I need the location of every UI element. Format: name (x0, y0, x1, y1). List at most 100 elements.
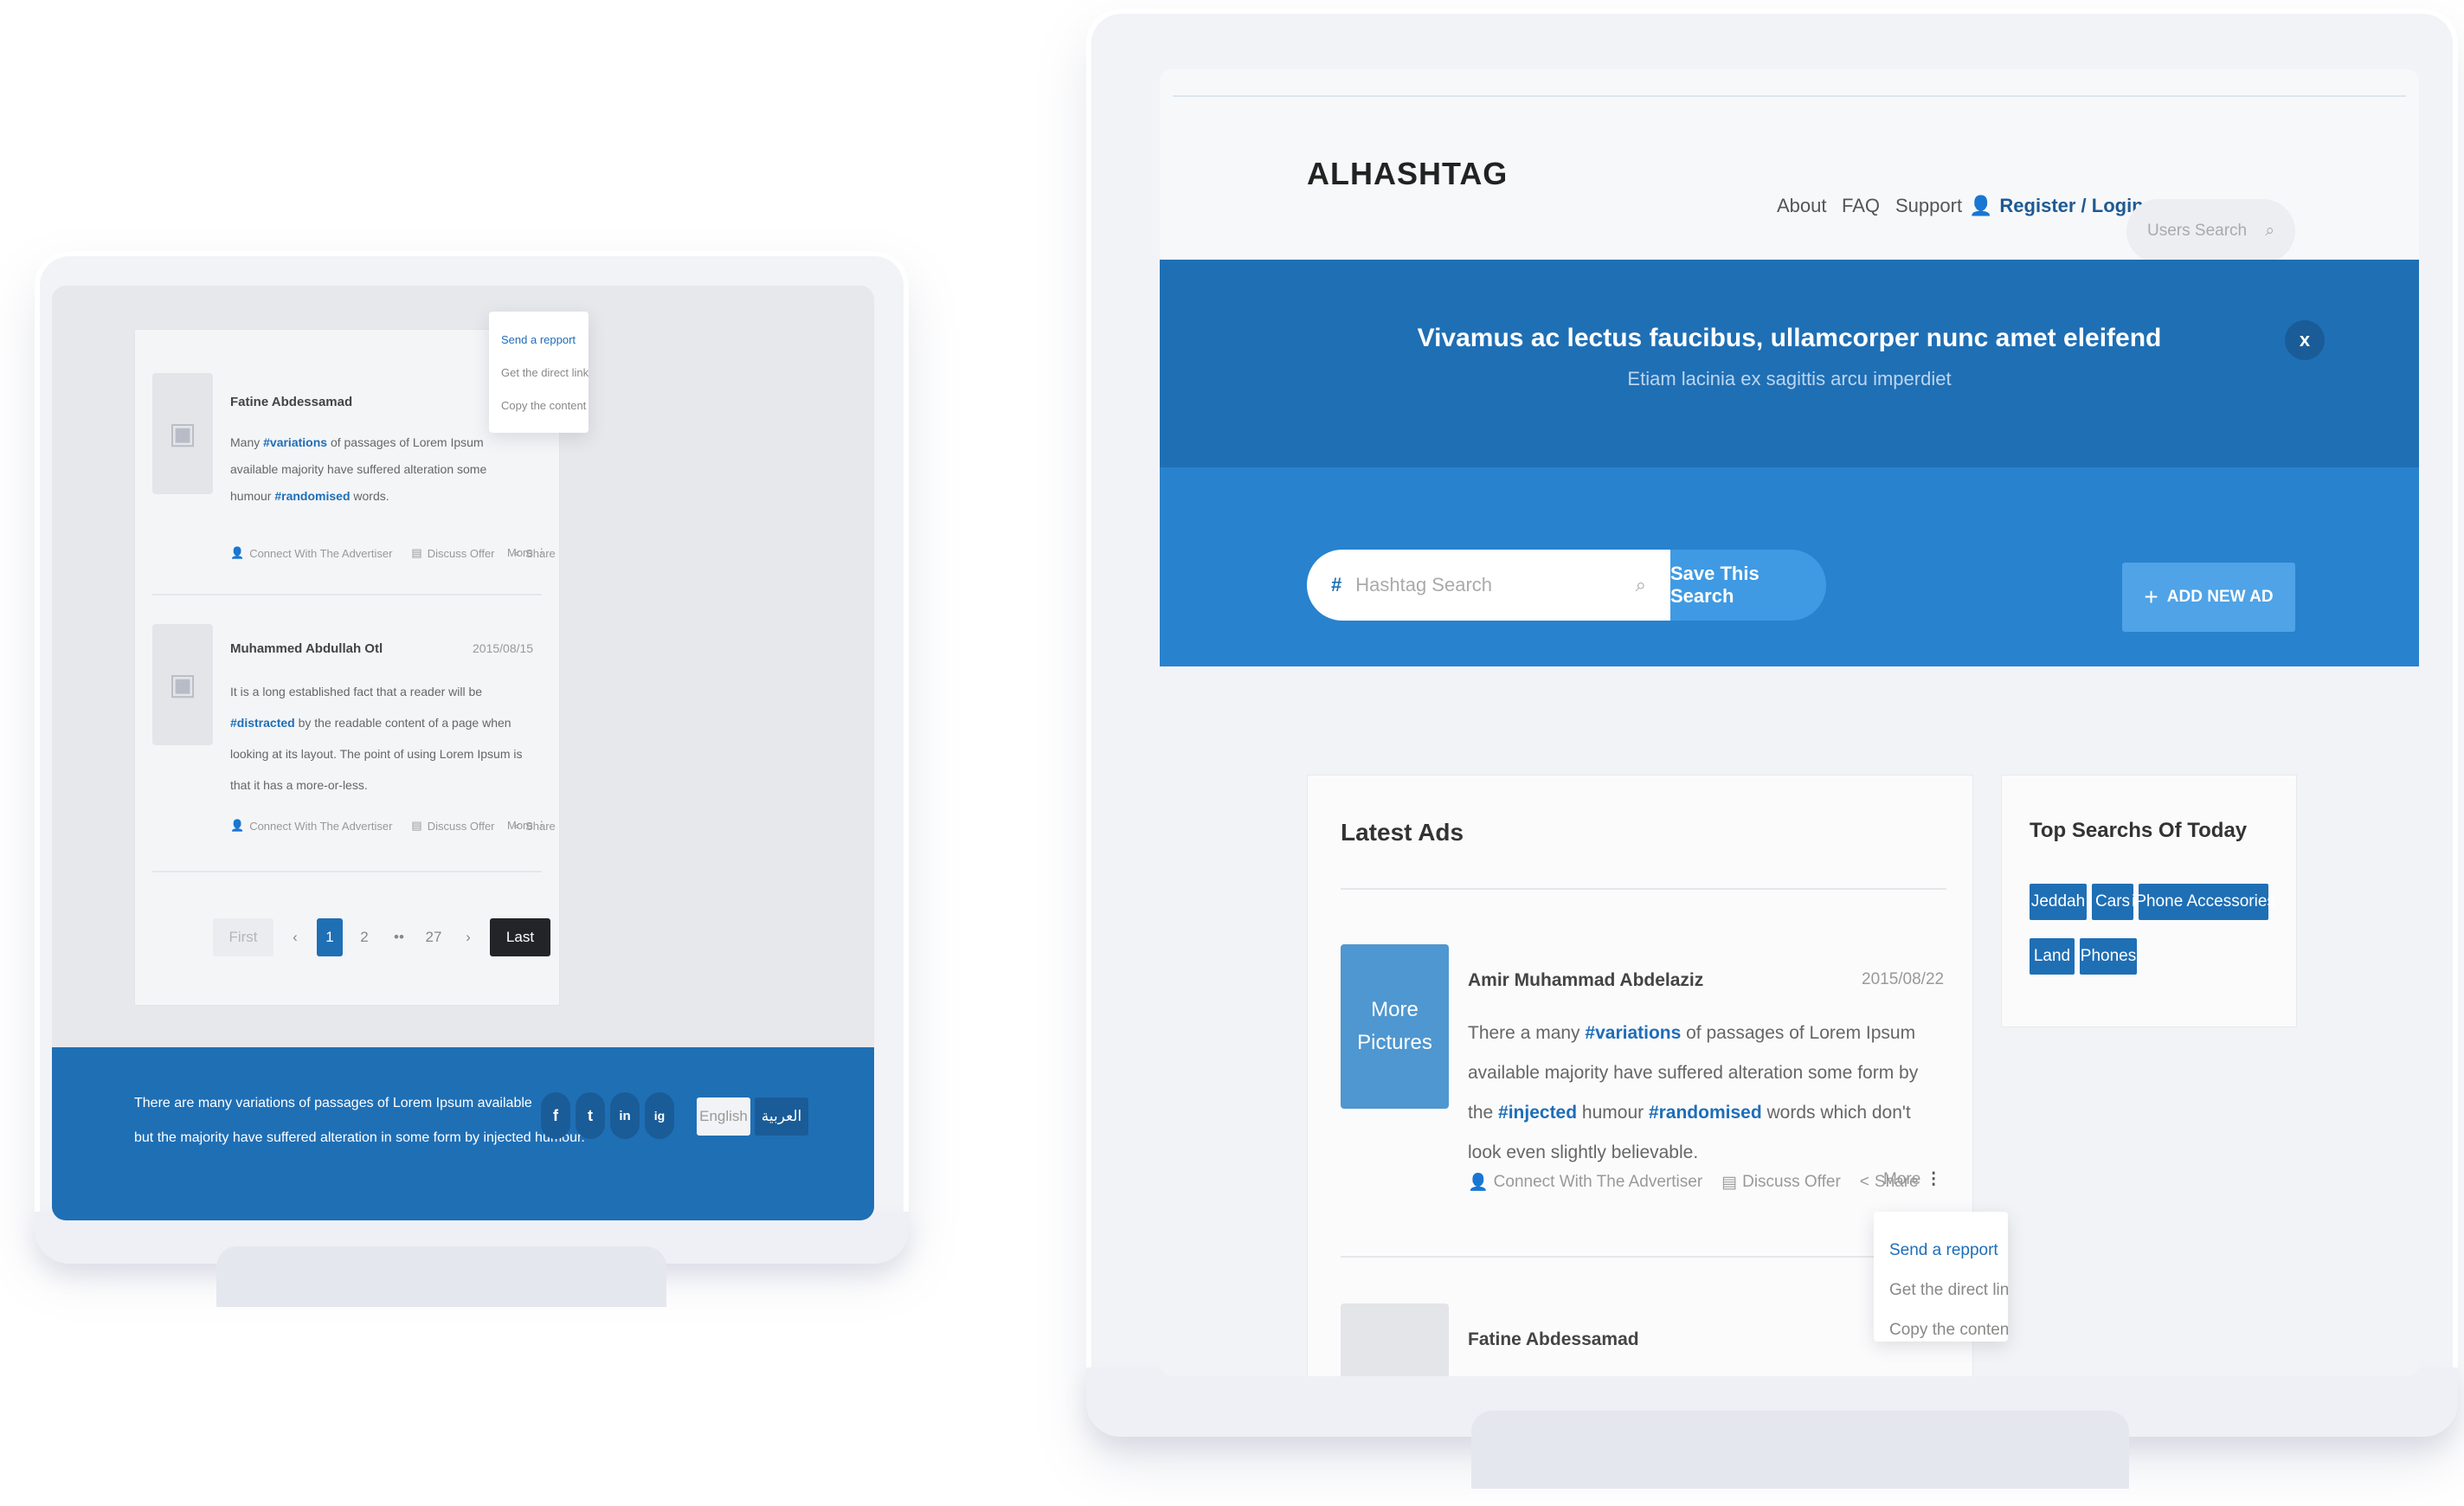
page-1-button[interactable]: 1 (317, 918, 343, 956)
page-last-button[interactable]: Last (490, 918, 550, 956)
instagram-icon[interactable]: ig (645, 1092, 674, 1139)
user-icon: 👤 (230, 819, 245, 832)
discuss-offer-link[interactable]: ▤ Discuss Offer (1721, 1172, 1841, 1193)
ad-text: Many #variations of passages of Lorem Ip… (230, 435, 487, 503)
site-header: ALHASHTAG About FAQ Support 👤 Register / … (1160, 69, 2419, 263)
hashtag-link[interactable]: #variations (263, 435, 327, 449)
divider (152, 594, 542, 595)
right-screen: ALHASHTAG About FAQ Support 👤 Register / … (1160, 69, 2419, 1376)
page-ellipsis: •• (394, 929, 404, 945)
top-search-tag[interactable]: Land (2030, 938, 2075, 975)
site-footer: There are many variations of passages of… (52, 1047, 874, 1220)
ad-text: It is a long established fact that a rea… (230, 685, 523, 792)
divider (1341, 888, 1946, 890)
ad-options-dropdown: Send a repport Get the direct link Copy … (489, 312, 589, 433)
twitter-icon[interactable]: t (576, 1092, 605, 1139)
search-icon: ⌕ (1635, 574, 1646, 595)
divider (152, 871, 542, 872)
nav-faq[interactable]: FAQ (1842, 195, 1880, 217)
ad-date: 2015/08/15 (473, 641, 534, 655)
announcement-subtitle: Etiam lacinia ex sagittis arcu imperdiet (1627, 368, 1952, 389)
image-placeholder-icon: ▣ (168, 417, 197, 450)
more-button[interactable]: More ⋮ (507, 819, 547, 833)
image-placeholder-icon: ▣ (168, 668, 197, 701)
nav-about[interactable]: About (1777, 195, 1827, 217)
connect-advertiser-link[interactable]: 👤 Connect With The Advertiser (1468, 1172, 1702, 1193)
right-stand-foot (1471, 1411, 2129, 1489)
page-prev-button[interactable]: ‹ (282, 918, 308, 956)
close-icon[interactable]: x (2285, 320, 2325, 360)
advertiser-name[interactable]: Fatine Abdessamad (230, 395, 352, 409)
user-icon: 👤 (1468, 1174, 1489, 1192)
send-report-item[interactable]: Send a repport (501, 324, 576, 357)
advertiser-name[interactable]: Amir Muhammad Abdelaziz (1468, 970, 1703, 991)
copy-content-item[interactable]: Copy the content (501, 389, 586, 422)
top-searches-title: Top Searchs Of Today (2030, 819, 2248, 842)
hashtag-link[interactable]: #variations (1585, 1023, 1681, 1043)
left-stand-foot (216, 1246, 666, 1307)
ad-options-dropdown: Send a repport Get the direct link Copy … (1874, 1212, 2008, 1342)
header-top-line (1173, 95, 2406, 97)
ad-thumbnail[interactable] (1341, 1303, 1449, 1376)
discuss-offer-link[interactable]: ▤ Discuss Offer (411, 546, 494, 560)
announcement-banner: Vivamus ac lectus faucibus, ullamcorper … (1160, 260, 2419, 467)
hashtag-link[interactable]: #distracted (230, 716, 295, 730)
kebab-icon: ⋮ (536, 819, 548, 832)
hashtag-link[interactable]: #randomised (274, 489, 350, 503)
lang-english-button[interactable]: English (697, 1097, 750, 1136)
advertiser-name[interactable]: Fatine Abdessamad (1468, 1329, 1639, 1350)
connect-advertiser-link[interactable]: 👤 Connect With The Advertiser (230, 819, 392, 833)
get-link-item[interactable]: Get the direct link (501, 357, 589, 389)
hashtag-search-bar: # Hashtag Search ⌕ Save This Search + AD… (1160, 467, 2419, 666)
site-logo[interactable]: ALHASHTAG (1307, 156, 1508, 192)
divider (1341, 1256, 1946, 1258)
latest-ads-title: Latest Ads (1341, 819, 1464, 846)
chat-icon: ▤ (1721, 1173, 1738, 1192)
top-search-tag[interactable]: Jeddah (2030, 884, 2087, 920)
linkedin-icon[interactable]: in (610, 1092, 640, 1139)
more-button[interactable]: More ⋮ (507, 546, 547, 560)
top-searches-card: Top Searchs Of Today Jeddah Cars iPhone … (2001, 775, 2297, 1027)
users-search-input[interactable]: Users Search ⌕ (2126, 199, 2295, 263)
lang-arabic-button[interactable]: العربية (755, 1097, 808, 1136)
pagination: First ‹ 1 2 •• 27 › Last (213, 918, 550, 956)
search-icon: ⌕ (2265, 222, 2274, 240)
ad-thumbnail[interactable]: ▣ (152, 624, 213, 745)
copy-content-item[interactable]: Copy the content (1889, 1310, 2008, 1342)
ad-actions: 👤 Connect With The Advertiser ▤ Discuss Of… (1468, 1172, 1919, 1193)
left-screen: ▣ Fatine Abdessamad Many #variations of … (52, 286, 874, 1220)
footer-text: There are many variations of passages of… (134, 1096, 585, 1145)
page-27-button[interactable]: 27 (421, 918, 447, 956)
hashtag-search-input[interactable]: # Hashtag Search ⌕ (1307, 550, 1670, 621)
hashtag-link[interactable]: #injected (1498, 1103, 1577, 1123)
page-2-button[interactable]: 2 (351, 918, 377, 956)
announcement-title: Vivamus ac lectus faucibus, ullamcorper … (1417, 324, 2162, 352)
advertiser-name[interactable]: Muhammed Abdullah Otl (230, 641, 383, 656)
top-search-tag[interactable]: Phones (2080, 938, 2137, 975)
discuss-offer-link[interactable]: ▤ Discuss Offer (411, 819, 494, 833)
ad-thumbnail[interactable]: ▣ (152, 373, 213, 494)
add-new-ad-button[interactable]: + ADD NEW AD (2122, 563, 2295, 632)
facebook-icon[interactable]: f (541, 1092, 570, 1139)
more-pictures-thumbnail[interactable]: More Pictures (1341, 944, 1449, 1109)
send-report-item[interactable]: Send a repport (1889, 1231, 1998, 1271)
kebab-icon: ⋮ (536, 546, 548, 559)
save-search-button[interactable]: Save This Search (1670, 550, 1826, 621)
page-first-button[interactable]: First (213, 918, 273, 956)
ad-text: There a many #variations of passages of … (1468, 1023, 1919, 1162)
hashtag-link[interactable]: #randomised (1649, 1103, 1762, 1123)
more-button[interactable]: More ⋮ (1883, 1169, 1942, 1189)
nav-support[interactable]: Support (1895, 195, 1962, 217)
top-search-tag[interactable]: iPhone Accessories (2132, 884, 2275, 920)
kebab-icon: ⋮ (1925, 1170, 1942, 1188)
hash-icon: # (1331, 574, 1342, 595)
chat-icon: ▤ (411, 546, 422, 559)
page-next-button[interactable]: › (455, 918, 481, 956)
connect-advertiser-link[interactable]: 👤 Connect With The Advertiser (230, 546, 392, 560)
user-icon: 👤 (1969, 195, 1993, 216)
ad-date: 2015/08/22 (1862, 970, 1945, 988)
get-link-item[interactable]: Get the direct link (1889, 1271, 2008, 1310)
nav-register-login[interactable]: 👤 Register / Login (1969, 195, 2144, 217)
top-search-tag[interactable]: Cars (2092, 884, 2133, 920)
plus-icon: + (2144, 583, 2158, 610)
